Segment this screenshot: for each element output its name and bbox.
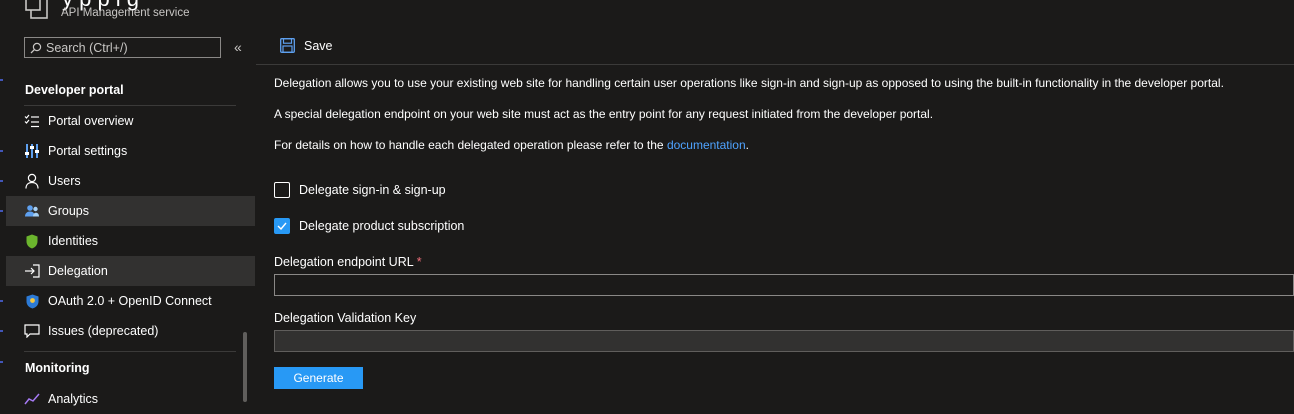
groups-icon	[23, 202, 41, 220]
label-text: Delegation endpoint URL	[274, 255, 414, 269]
main-content: Save Delegation allows you to use your e…	[256, 30, 1294, 398]
checkmark-icon	[277, 222, 287, 230]
sidebar-item-label: Analytics	[48, 392, 99, 406]
sidebar-item-label: Issues (deprecated)	[48, 324, 159, 338]
blade-header: y p p l g API Management service	[0, 0, 1294, 30]
sidebar-item-oauth-openid[interactable]: OAuth 2.0 + OpenID Connect	[6, 286, 255, 316]
oauth-shield-icon	[23, 292, 41, 310]
sidebar-item-analytics[interactable]: Analytics	[6, 384, 255, 414]
sidebar-item-label: Portal settings	[48, 144, 128, 158]
sidebar-item-label: Delegation	[48, 264, 108, 278]
save-button[interactable]: Save	[280, 38, 333, 53]
checkbox-label: Delegate product subscription	[299, 219, 465, 233]
chat-icon	[23, 322, 41, 340]
section-monitoring: Monitoring	[25, 361, 90, 375]
sidebar-item-label: Groups	[48, 204, 89, 218]
generate-button[interactable]: Generate	[274, 367, 363, 389]
paragraph-text: .	[745, 138, 750, 152]
sliders-icon	[23, 142, 41, 160]
checkbox-box[interactable]	[274, 218, 290, 234]
validation-key-label: Delegation Validation Key	[274, 311, 417, 325]
search-box[interactable]	[24, 37, 221, 58]
delegate-signin-checkbox[interactable]: Delegate sign-in & sign-up	[274, 182, 446, 198]
checkbox-label: Delegate sign-in & sign-up	[299, 183, 446, 197]
sidebar-item-users[interactable]: Users	[6, 166, 255, 196]
sign-in-icon	[23, 262, 41, 280]
sidebar-item-portal-overview[interactable]: Portal overview	[6, 106, 255, 136]
documentation-link[interactable]: documentation	[667, 138, 746, 152]
sidebar-item-delegation[interactable]: Delegation	[6, 256, 255, 286]
paragraph-text: For details on how to handle each delega…	[274, 138, 667, 152]
description-paragraph-3: For details on how to handle each delega…	[274, 138, 749, 152]
search-icon	[30, 42, 42, 53]
user-icon	[23, 172, 41, 190]
delegate-subscription-checkbox[interactable]: Delegate product subscription	[274, 218, 464, 234]
sidebar-item-identities[interactable]: Identities	[6, 226, 255, 256]
save-button-label: Save	[304, 38, 333, 53]
toolbar-divider	[256, 64, 1294, 65]
page-subtitle: API Management service	[61, 7, 190, 19]
analytics-icon	[23, 390, 41, 408]
endpoint-url-label: Delegation endpoint URL *	[274, 255, 422, 269]
sidebar-item-label: Portal overview	[48, 114, 134, 128]
description-paragraph-2: A special delegation endpoint on your we…	[274, 107, 934, 121]
save-icon	[280, 38, 295, 53]
sidebar-item-label: OAuth 2.0 + OpenID Connect	[48, 294, 212, 308]
required-asterisk: *	[416, 255, 422, 269]
description-paragraph-1: Delegation allows you to use your existi…	[274, 76, 1224, 90]
shield-icon	[23, 232, 41, 250]
validation-key-input[interactable]	[274, 330, 1294, 352]
resource-menu: « Developer portal Portal overview	[0, 30, 256, 406]
sidebar-scrollbar[interactable]	[243, 332, 247, 402]
collapse-menu-button[interactable]: «	[234, 39, 242, 55]
sidebar-item-groups[interactable]: Groups	[6, 196, 255, 226]
sidebar-item-issues[interactable]: Issues (deprecated)	[6, 316, 255, 346]
section-divider	[24, 351, 236, 352]
sidebar-item-portal-settings[interactable]: Portal settings	[6, 136, 255, 166]
list-checks-icon	[23, 112, 41, 130]
section-developer-portal: Developer portal	[25, 83, 124, 97]
sidebar-item-label: Users	[48, 174, 81, 188]
document-icon	[25, 0, 48, 19]
search-input[interactable]	[42, 40, 206, 55]
sidebar-item-label: Identities	[48, 234, 99, 248]
checkbox-box[interactable]	[274, 182, 290, 198]
endpoint-url-input[interactable]	[274, 274, 1294, 296]
